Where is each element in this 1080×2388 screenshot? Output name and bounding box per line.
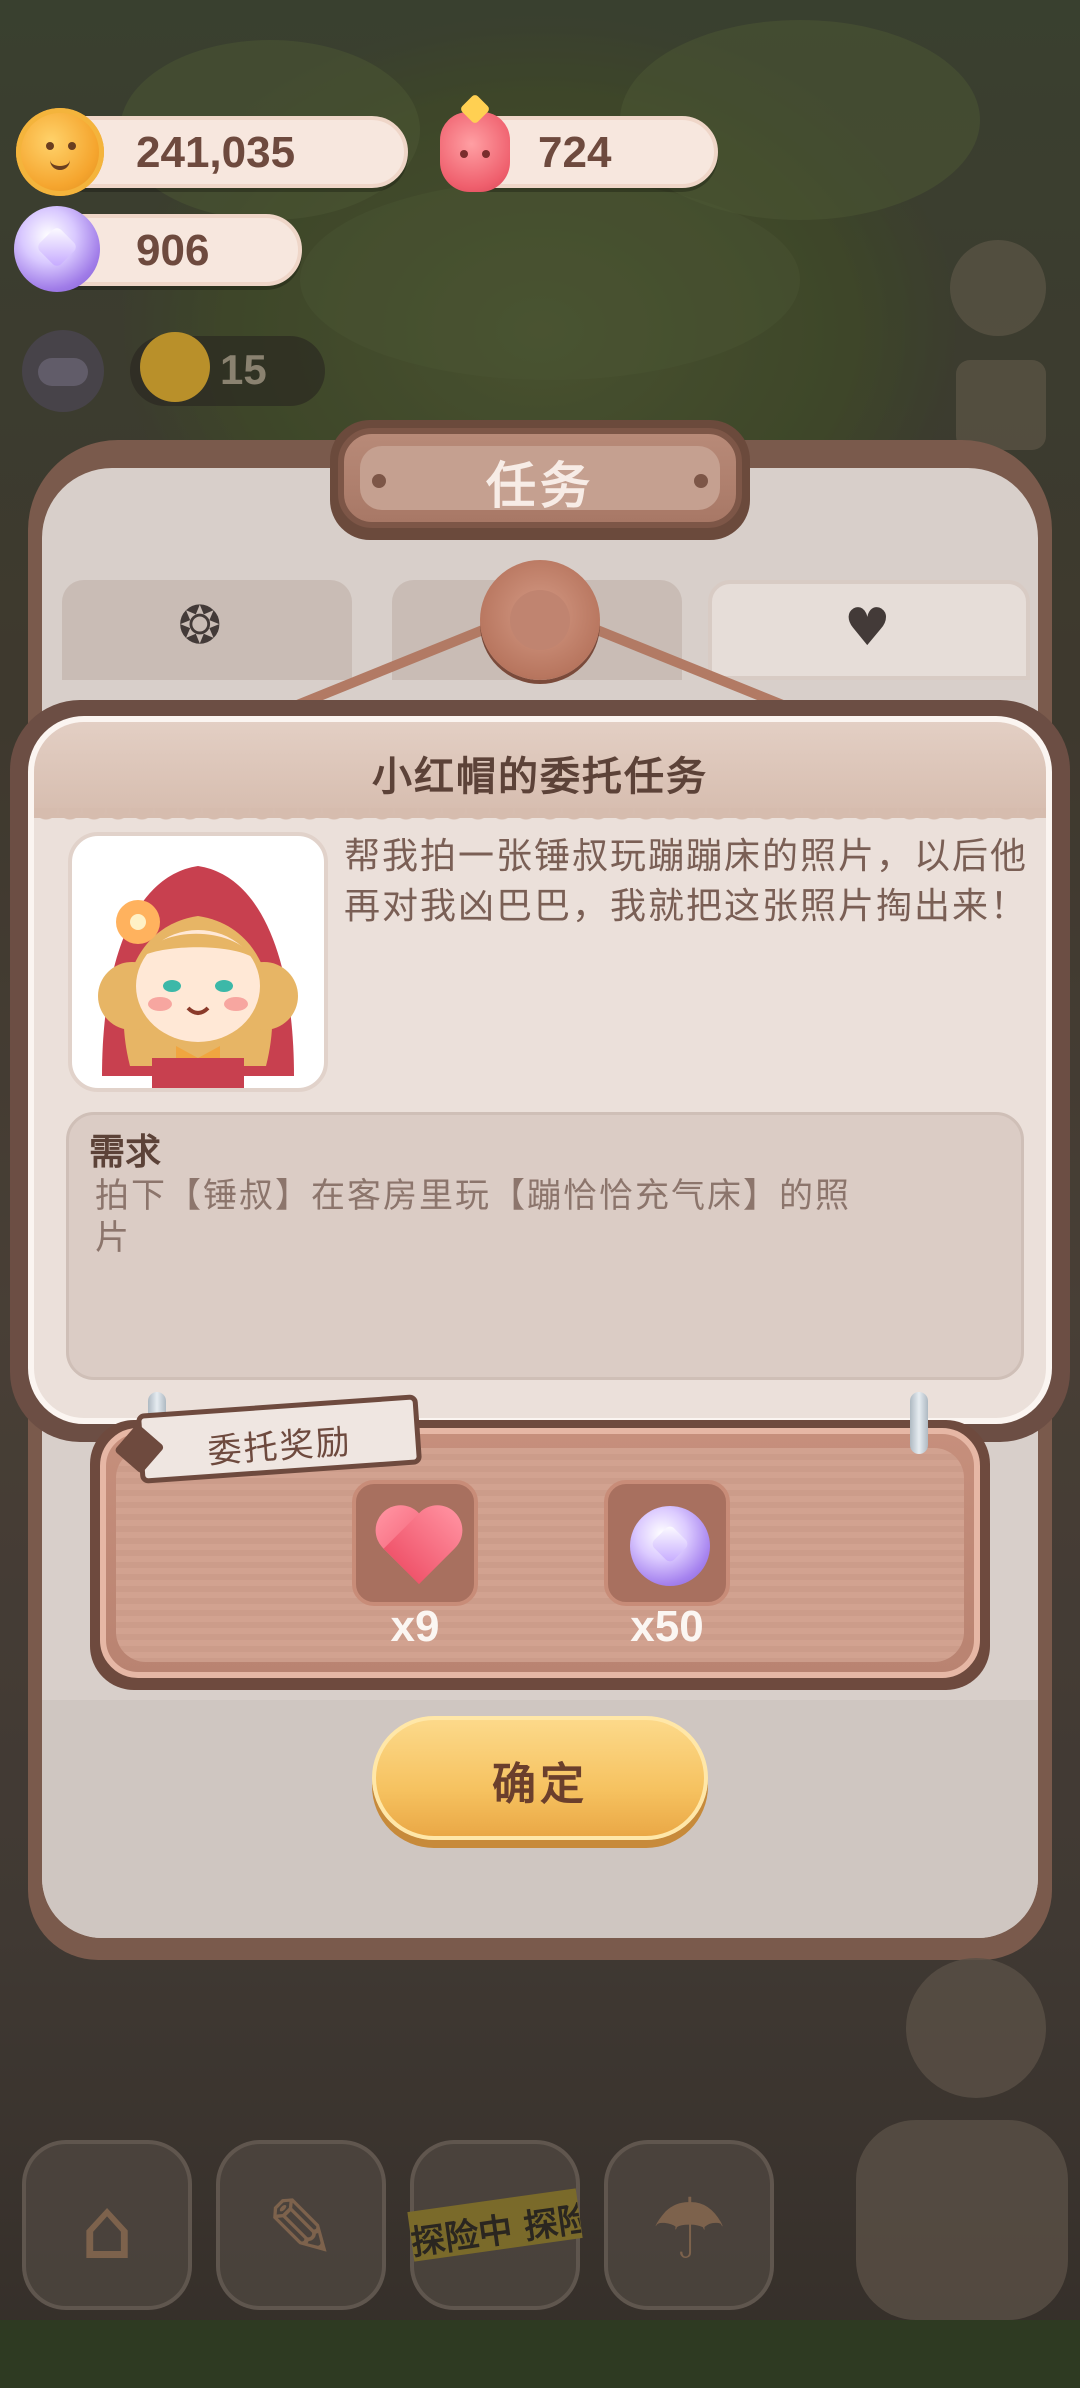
commission-card: 小红帽的委托任务 帮我拍一张锤叔玩蹦蹦床的照片，以后他再对我凶巴巴，我就把这张照… xyxy=(28,716,1052,1424)
energy-bar[interactable]: 15 xyxy=(130,332,325,406)
nav-camera-button[interactable] xyxy=(856,2120,1068,2320)
reward-item-candy[interactable] xyxy=(604,1480,730,1606)
energy-value: 15 xyxy=(220,346,267,393)
commission-card-header: 小红帽的委托任务 xyxy=(34,722,1046,828)
purple-candy-icon xyxy=(14,206,100,292)
panel-title: 任务 xyxy=(486,457,594,515)
requirement-title: 需求 xyxy=(89,1132,162,1173)
notebook-icon: ✎ xyxy=(265,2180,337,2278)
reward-item-heart[interactable] xyxy=(352,1480,478,1606)
house-icon: ⌂ xyxy=(80,2180,134,2278)
red-value: 724 xyxy=(538,128,612,177)
stamp-icon[interactable] xyxy=(956,360,1046,450)
hanger-knob xyxy=(480,560,600,680)
purple-candy-icon xyxy=(630,1506,710,1586)
character-portrait-illustration xyxy=(98,866,298,1088)
heart-icon xyxy=(374,1508,464,1586)
pin-right xyxy=(910,1392,928,1454)
panel-title-plaque: 任务 xyxy=(338,428,742,528)
gem-value: 906 xyxy=(136,226,210,275)
commission-title: 小红帽的委托任务 xyxy=(372,754,708,800)
nav-shop-button[interactable]: ☂ xyxy=(604,2140,774,2310)
confirm-label: 确定 xyxy=(492,1759,588,1810)
reward-count-candy: x50 xyxy=(630,1602,704,1651)
character-shortcut-button[interactable] xyxy=(906,1958,1046,2098)
settings-gear-icon[interactable] xyxy=(950,240,1046,336)
requirement-text: 拍下【锤叔】在客房里玩【蹦恰恰充气床】的照片 xyxy=(95,1176,851,1258)
nav-tasks-button[interactable]: ✎ xyxy=(216,2140,386,2310)
tab-commissions[interactable]: ♥ xyxy=(708,580,1030,680)
tab-achievements[interactable]: ❂ xyxy=(62,580,352,680)
confirm-button[interactable]: 确定 xyxy=(372,1716,708,1840)
requirement-box: 需求 拍下【锤叔】在客房里玩【蹦恰恰充气床】的照片 xyxy=(66,1112,1024,1380)
red-jelly-icon xyxy=(440,112,510,192)
nav-home-button[interactable]: ⌂ xyxy=(22,2140,192,2310)
badge-paw-icon: ❂ xyxy=(178,596,222,656)
commission-dialog: 帮我拍一张锤叔玩蹦蹦床的照片，以后他再对我凶巴巴，我就把这张照片掏出来！ xyxy=(344,836,1029,927)
energy-icon xyxy=(140,332,210,402)
shop-icon: ☂ xyxy=(651,2180,727,2278)
coin-value: 241,035 xyxy=(136,128,296,177)
heart-bottle-icon: ♥ xyxy=(844,598,891,658)
reward-label: 委托奖励 xyxy=(206,1422,353,1472)
cookie-coin-icon xyxy=(16,108,104,196)
weather-cloud-icon[interactable] xyxy=(22,330,104,412)
little-red-riding-hood-portrait xyxy=(68,832,328,1092)
reward-count-heart: x9 xyxy=(390,1602,440,1651)
